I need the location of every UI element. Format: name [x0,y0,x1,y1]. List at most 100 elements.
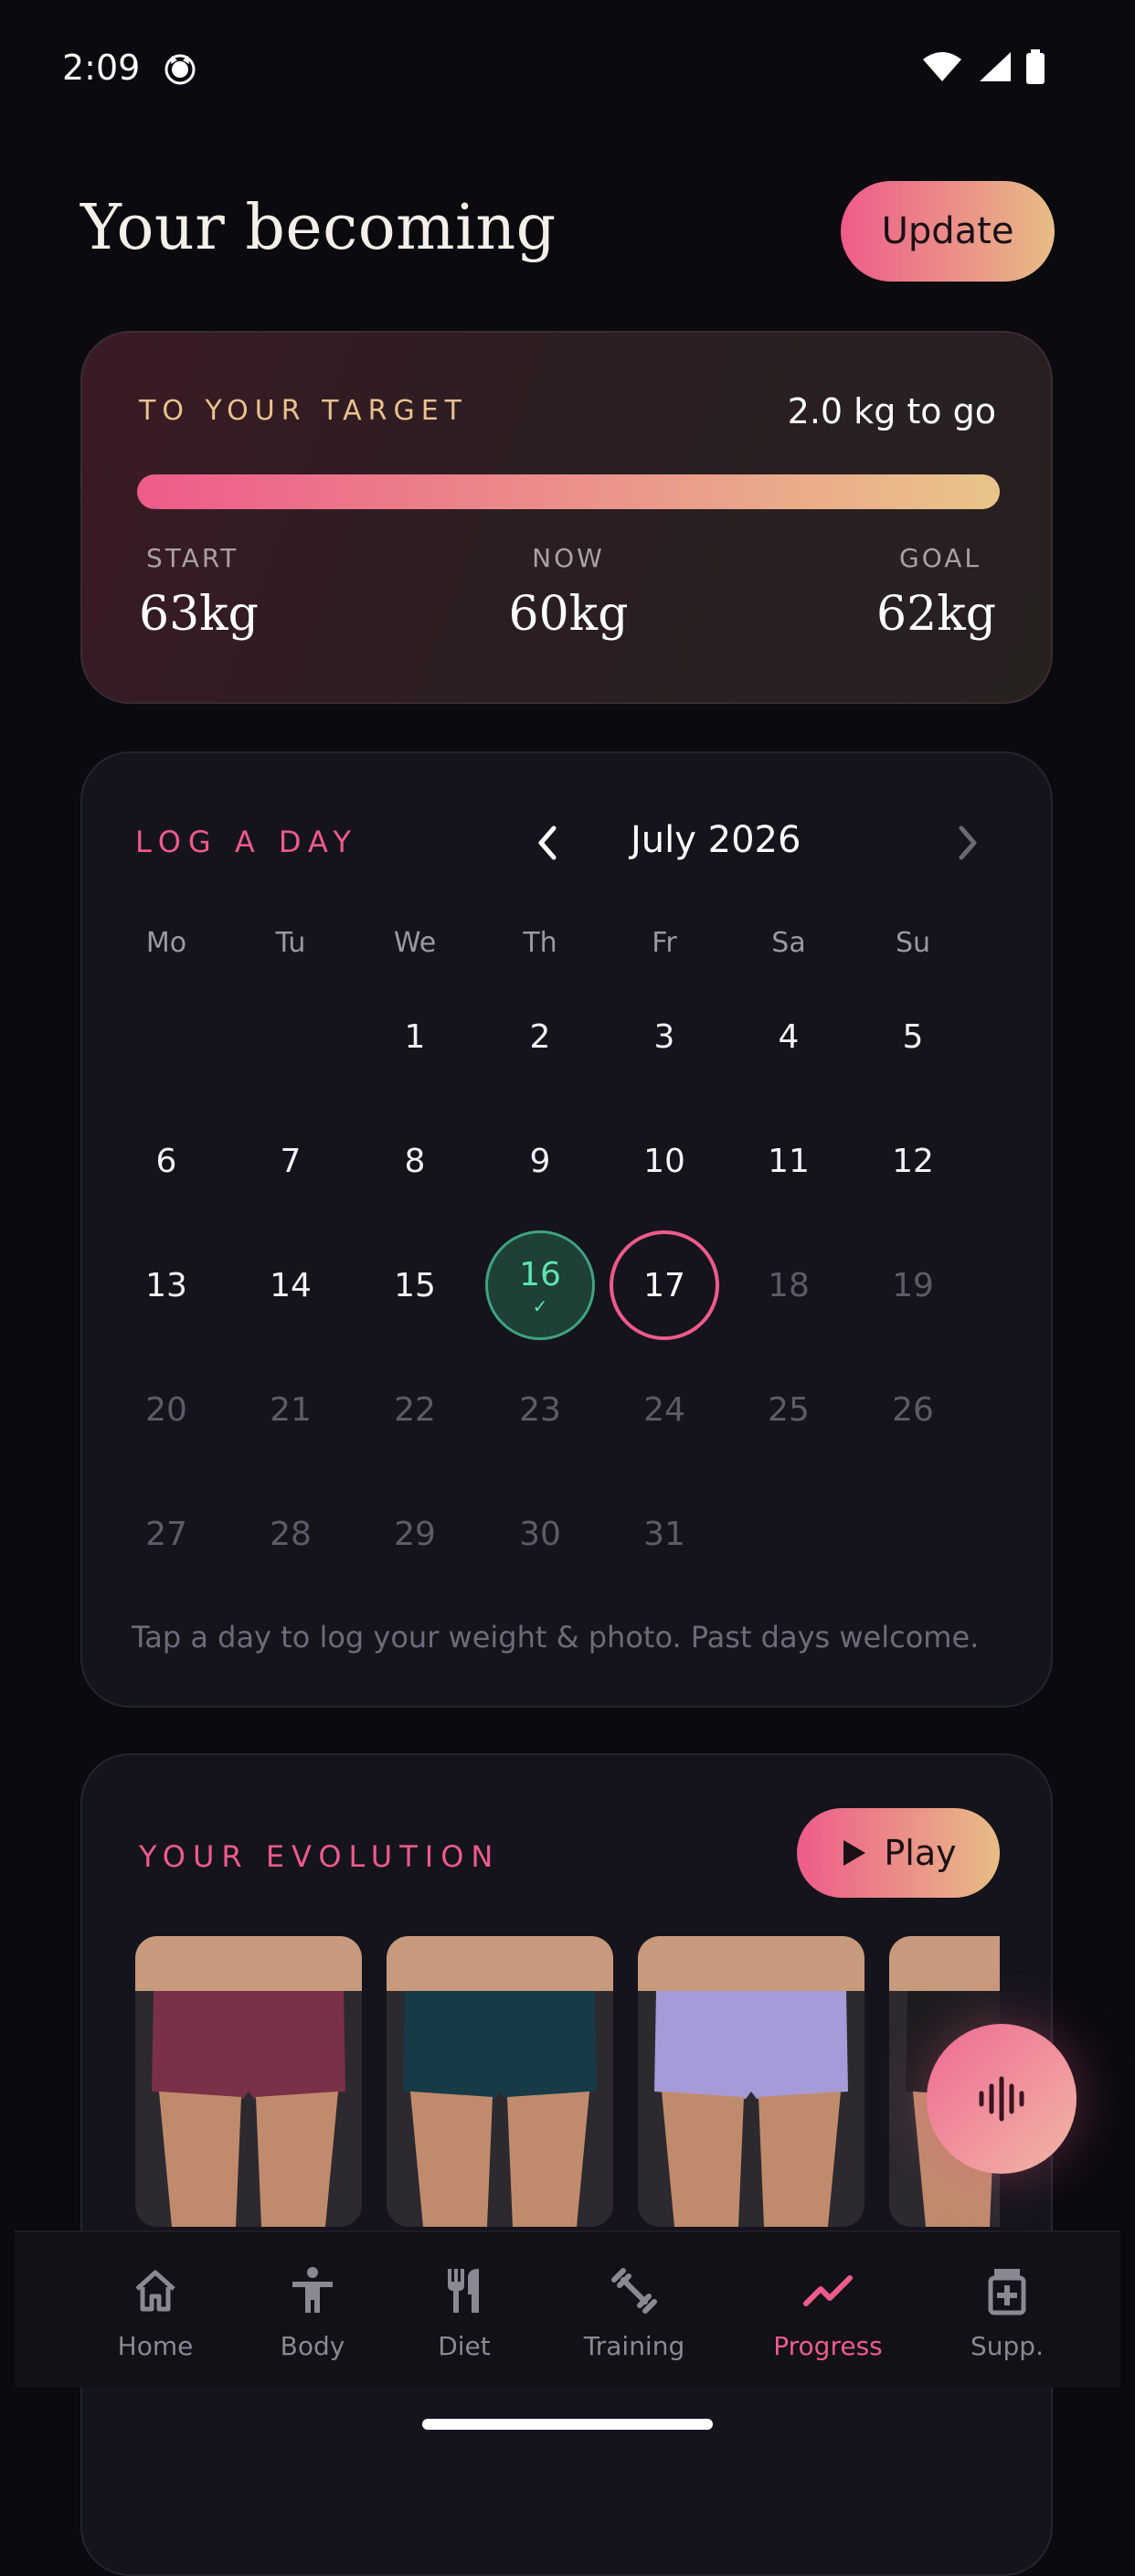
calendar-day[interactable]: 10 [610,1106,719,1216]
status-time: 2:09 [62,48,141,88]
target-progress-bar [137,474,1000,509]
calendar-day[interactable]: 23 [485,1355,595,1464]
day-number: 22 [394,1390,436,1429]
calendar-day[interactable]: 25 [734,1355,843,1464]
weekday-header: Sa [771,927,806,959]
supplements-icon [988,2269,1026,2315]
day-number: 21 [270,1390,312,1429]
voice-waveform-icon [979,2076,1024,2122]
nav-item-progress[interactable]: Progress [746,2232,910,2388]
calendar-day[interactable]: 14 [236,1230,345,1340]
photo-maroon-shorts[interactable] [135,1936,362,2227]
calendar-day[interactable]: 15 [360,1230,470,1340]
calendar-day[interactable]: 24 [610,1355,719,1464]
calendar-day[interactable]: 18 [734,1230,843,1340]
day-number: 8 [404,1142,426,1180]
calendar-day[interactable]: 30 [485,1479,595,1589]
nav-item-training[interactable]: Training [552,2232,716,2388]
day-number: 13 [145,1266,187,1304]
calendar-day[interactable]: 27 [111,1479,221,1589]
target-card: TO YOUR TARGET 2.0 kg to go START 63kg N… [80,331,1053,704]
day-number: 2 [529,1017,551,1056]
day-number: 3 [653,1017,675,1056]
photo-teal-leggings[interactable] [387,1936,613,2227]
calendar-label: LOG A DAY [135,825,358,859]
play-label: Play [884,1833,957,1873]
log-day-calendar: LOG A DAY July 2026 Tap a day to log you… [80,751,1053,1708]
day-number: 29 [394,1515,436,1553]
calendar-day[interactable]: 13 [111,1230,221,1340]
calendar-day[interactable]: 8 [360,1106,470,1216]
nav-item-supplements[interactable]: Supp. [925,2232,1089,2388]
day-number: 31 [643,1515,685,1553]
calendar-day[interactable]: 11 [734,1106,843,1216]
goal-value: 62kg [876,587,996,642]
target-progress-fill [137,474,1000,509]
day-number: 24 [643,1390,685,1429]
voice-log-button[interactable] [927,2024,1077,2174]
target-label: TO YOUR TARGET [139,395,469,427]
calendar-day[interactable]: 9 [485,1106,595,1216]
calendar-day[interactable]: 6 [111,1106,221,1216]
calendar-day[interactable]: 20 [111,1355,221,1464]
chevron-right-icon[interactable] [939,815,994,870]
body-icon [292,2267,333,2313]
calendar-day[interactable]: 7 [236,1106,345,1216]
check-icon: ✓ [532,1294,548,1317]
calendar-day[interactable]: 26 [858,1355,968,1464]
day-number: 15 [394,1266,436,1304]
home-indicator[interactable] [422,2419,713,2430]
calendar-day[interactable]: 5 [858,982,968,1091]
day-number: 11 [768,1142,810,1180]
diet-icon [448,2269,479,2313]
target-remaining: 2.0 kg to go [787,391,996,431]
day-number: 19 [892,1266,934,1304]
day-number: 20 [145,1390,187,1429]
calendar-day[interactable]: 19 [858,1230,968,1340]
weekday-header: Mo [145,927,187,959]
calendar-day[interactable]: 28 [236,1479,345,1589]
calendar-day[interactable]: 3 [610,982,719,1091]
nav-item-body[interactable]: Body [230,2232,395,2388]
day-number: 16 [519,1255,561,1293]
evolution-photo-strip[interactable] [135,1936,1000,2229]
calendar-day[interactable]: 2 [485,982,595,1091]
day-number: 6 [155,1142,177,1180]
weekday-header: Th [523,927,557,959]
nav-item-home[interactable]: Home [73,2232,238,2388]
day-number: 18 [768,1266,810,1304]
update-button[interactable]: Update [841,181,1055,282]
day-number: 5 [902,1017,924,1056]
calendar-day[interactable]: 1 [360,982,470,1091]
day-number: 1 [404,1017,426,1056]
calendar-day[interactable]: 21 [236,1355,345,1464]
day-number: 9 [529,1142,551,1180]
calendar-day-logged[interactable]: 16 ✓ [485,1230,595,1340]
nav-item-diet[interactable]: Diet [382,2232,546,2388]
nav-label: Training [583,2331,685,2361]
day-number: 14 [270,1266,312,1304]
calendar-day[interactable]: 29 [360,1479,470,1589]
weekday-header: Tu [275,927,306,959]
status-icons [921,49,1045,84]
weekday-header: Su [895,927,931,959]
nav-label: Supp. [971,2331,1044,2361]
home-icon [135,2270,175,2312]
calendar-day[interactable]: 12 [858,1106,968,1216]
play-icon [843,1840,866,1866]
calendar-day[interactable]: 31 [610,1479,719,1589]
chevron-left-icon[interactable] [521,815,576,870]
day-number: 26 [892,1390,934,1429]
calendar-day[interactable]: 4 [734,982,843,1091]
day-number: 7 [280,1142,302,1180]
day-number: 23 [519,1390,561,1429]
play-button[interactable]: Play [797,1808,1000,1898]
page-title: Your becoming [80,192,557,264]
bottom-navigation: Home Body Diet Training Progress Supp. [15,2230,1120,2388]
calendar-day-today[interactable]: 17 [610,1230,719,1340]
calendar-day[interactable]: 22 [360,1355,470,1464]
training-icon [611,2268,657,2314]
day-number: 28 [270,1515,312,1553]
photo-lavender-shorts[interactable] [638,1936,865,2227]
wifi-icon [923,52,961,81]
